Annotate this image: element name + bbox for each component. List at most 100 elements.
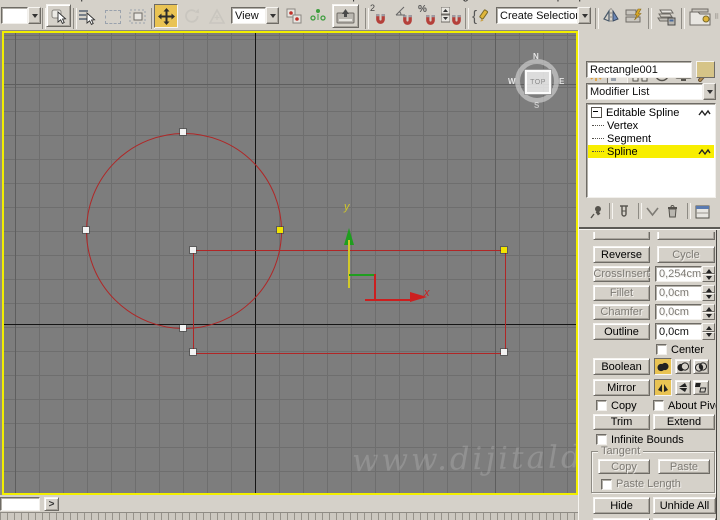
gizmo-xy-plane-green[interactable]: [349, 274, 375, 276]
vertex-circle-left[interactable]: [82, 226, 90, 234]
select-by-name-button[interactable]: [76, 6, 98, 27]
named-selection-set-arrow[interactable]: [578, 7, 591, 24]
track-bar[interactable]: [0, 512, 578, 520]
cross-insert-spinner-arrows[interactable]: [702, 266, 715, 282]
select-and-scale-button[interactable]: [206, 5, 228, 27]
viewcube-north-label[interactable]: N: [533, 52, 539, 61]
chamfer-spinner-arrows[interactable]: [702, 304, 715, 320]
maxscript-mini-listener[interactable]: [0, 497, 40, 511]
cross-insert-spinner-field[interactable]: 0,254cm: [655, 266, 702, 282]
named-selection-set-combo[interactable]: Create Selection Se: [496, 7, 578, 24]
keyboard-shortcut-override-button[interactable]: [332, 4, 359, 28]
undo-levels-combo[interactable]: [1, 7, 28, 24]
menu-modifiers[interactable]: Modifiers: [220, 0, 265, 2]
stack-row-editable-spline[interactable]: Editable Spline: [588, 106, 714, 119]
modifier-stack[interactable]: Editable Spline Vertex Segment Spline: [586, 103, 716, 198]
about-pivot-checkbox[interactable]: [653, 400, 664, 411]
hide-button[interactable]: Hide: [593, 497, 650, 514]
reference-coordinate-arrow[interactable]: [266, 7, 279, 24]
menu-maxscript[interactable]: MAXScript: [514, 0, 566, 2]
window-crossing-button[interactable]: [127, 7, 149, 26]
cycle-button[interactable]: Cycle: [657, 246, 715, 263]
rectangular-selection-region-button[interactable]: [102, 7, 123, 26]
undo-combo-arrow[interactable]: [28, 7, 41, 24]
menu-edit[interactable]: Edit: [30, 0, 49, 2]
viewcube-south-label[interactable]: S: [534, 101, 539, 110]
vertex-circle-top[interactable]: [179, 128, 187, 136]
gizmo-xy-plane-red[interactable]: [374, 274, 376, 301]
select-and-rotate-button[interactable]: [181, 5, 203, 27]
clipped-toolbar-icon[interactable]: [715, 4, 720, 28]
menu-customize[interactable]: Customize: [468, 0, 520, 2]
configure-modifier-sets-button[interactable]: [693, 203, 712, 220]
viewcube-top-face[interactable]: TOP: [524, 69, 552, 95]
infinite-bounds-checkbox[interactable]: [596, 434, 607, 445]
viewcube-east-label[interactable]: E: [559, 77, 564, 86]
boolean-intersect-button[interactable]: [693, 359, 709, 374]
select-and-move-button[interactable]: [154, 4, 178, 28]
menu-graph-editors[interactable]: Graph Editors: [334, 0, 402, 2]
vertex-circle-bottom[interactable]: [179, 324, 187, 332]
outline-spinner-field[interactable]: 0,0cm: [655, 323, 702, 340]
stack-row-spline-active[interactable]: Spline: [588, 145, 714, 158]
reference-coordinate-combo[interactable]: View: [231, 7, 266, 24]
snaps-toggle-button[interactable]: 2: [369, 3, 391, 27]
chamfer-button[interactable]: Chamfer: [593, 304, 650, 320]
menu-rendering[interactable]: Rendering: [418, 0, 469, 2]
collapse-box-icon[interactable]: [591, 107, 602, 118]
menu-create[interactable]: Create: [162, 0, 195, 2]
gizmo-y-axis[interactable]: [348, 240, 350, 288]
gizmo-x-axis[interactable]: [365, 299, 412, 301]
mirror-vertical-button[interactable]: [675, 380, 691, 395]
mirror-rollout-button[interactable]: Mirror: [593, 379, 650, 396]
object-color-swatch[interactable]: [696, 61, 715, 78]
curve-editor-button[interactable]: [686, 3, 714, 29]
menu-animation[interactable]: Animation: [276, 0, 325, 2]
paste-length-checkbox[interactable]: [601, 479, 612, 490]
menu-group[interactable]: Group: [56, 0, 87, 2]
vertex-rect-top-right-first[interactable]: [500, 246, 508, 254]
mirror-button[interactable]: [600, 4, 622, 28]
viewport-grid[interactable]: y x N W E S TOP www.dijitalde: [4, 33, 576, 493]
mirror-horizontal-button[interactable]: [654, 379, 672, 396]
align-button[interactable]: [623, 4, 645, 28]
modifier-list-arrow[interactable]: [703, 83, 716, 100]
boolean-union-button[interactable]: [654, 358, 672, 375]
pin-stack-button[interactable]: [588, 203, 605, 220]
edit-named-selection-sets-button[interactable]: {: [470, 4, 494, 28]
modifier-list-combo[interactable]: Modifier List: [586, 83, 703, 100]
outline-spinner-arrows[interactable]: [702, 323, 715, 340]
object-name-field[interactable]: Rectangle001: [586, 61, 692, 78]
percent-snap-toggle-button[interactable]: %: [416, 4, 438, 27]
angle-snap-toggle-button[interactable]: [393, 5, 415, 27]
fillet-spinner-arrows[interactable]: [702, 285, 715, 301]
mirror-both-button[interactable]: [693, 380, 709, 395]
rollout-scroll-gutter[interactable]: [716, 230, 717, 520]
viewcube[interactable]: N W E S TOP: [508, 52, 564, 110]
menu-file[interactable]: File: [4, 0, 22, 2]
stack-row-segment[interactable]: Segment: [588, 132, 714, 145]
make-unique-button[interactable]: [644, 203, 661, 220]
clipped-rollout-button[interactable]: [657, 232, 715, 240]
cross-insert-button[interactable]: CrossInsert: [593, 266, 650, 282]
reverse-button[interactable]: Reverse: [593, 246, 650, 263]
remove-modifier-button[interactable]: [664, 203, 681, 220]
unhide-all-button[interactable]: Unhide All: [653, 497, 716, 514]
extend-button[interactable]: Extend: [653, 414, 715, 430]
clipped-rollout-button[interactable]: [593, 232, 650, 240]
trim-button[interactable]: Trim: [593, 414, 650, 430]
copy-checkbox[interactable]: [596, 400, 607, 411]
outline-button[interactable]: Outline: [593, 323, 650, 340]
boolean-subtract-button[interactable]: [675, 359, 691, 374]
use-pivot-point-center-button[interactable]: [283, 5, 305, 27]
boolean-button[interactable]: Boolean: [593, 358, 650, 375]
select-object-button[interactable]: [46, 4, 71, 27]
layer-manager-button[interactable]: [653, 4, 678, 28]
vertex-rect-bottom-right[interactable]: [500, 348, 508, 356]
menu-help[interactable]: Help: [562, 0, 585, 2]
viewport-top[interactable]: y x N W E S TOP www.dijitalde: [2, 31, 578, 495]
fillet-spinner-field[interactable]: 0,0cm: [655, 285, 702, 301]
chamfer-spinner-field[interactable]: 0,0cm: [655, 304, 702, 320]
vertex-circle-right-first[interactable]: [276, 226, 284, 234]
menu-views[interactable]: Views: [106, 0, 135, 2]
